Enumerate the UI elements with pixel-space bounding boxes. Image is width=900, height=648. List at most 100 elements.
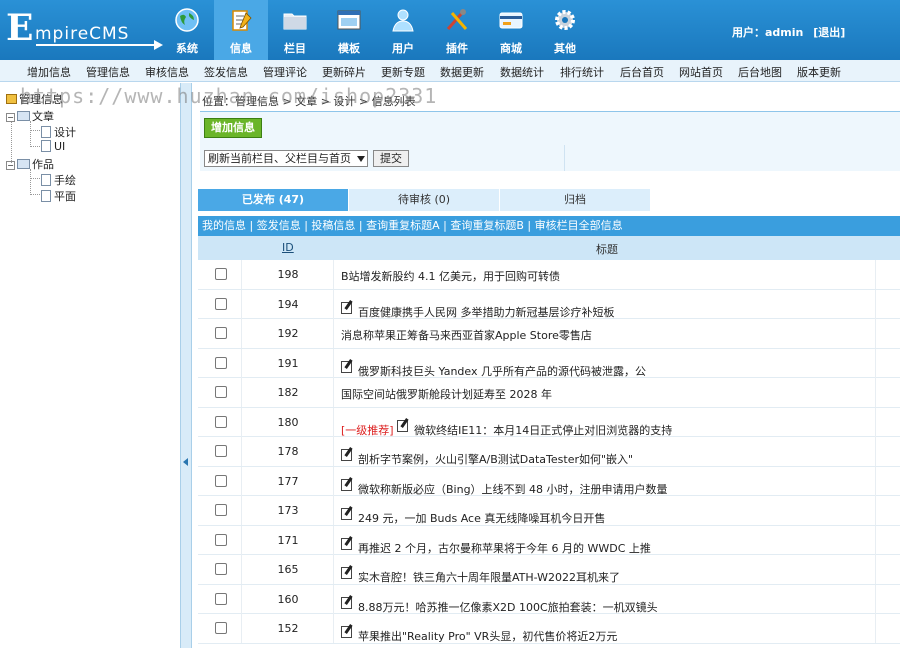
row-title-wrap: [一级推荐] 微软终结IE11：本月14日正式停止对旧浏览器的支持: [341, 419, 672, 438]
row-title-wrap: 国际空间站俄罗斯舱段计划延寿至 2028 年: [341, 386, 552, 402]
row-title[interactable]: 实木音腔！铁三角六十周年限量ATH-W2022耳机来了: [358, 571, 620, 584]
row-title[interactable]: 国际空间站俄罗斯舱段计划延寿至 2028 年: [341, 388, 552, 401]
edit-icon[interactable]: [397, 419, 409, 432]
filter-links[interactable]: 我的信息 | 签发信息 | 投稿信息 | 查询重复标题A | 查询重复标题B |…: [198, 216, 900, 236]
subnav-admin-map[interactable]: 后台地图: [738, 64, 782, 80]
row-title[interactable]: 微软终结IE11：本月14日正式停止对旧浏览器的支持: [414, 424, 672, 437]
row-checkbox[interactable]: [215, 386, 227, 398]
tab-published[interactable]: 已发布 (47): [198, 189, 348, 211]
nav-column[interactable]: 栏目: [268, 0, 322, 60]
sidebar-splitter[interactable]: [180, 83, 192, 648]
add-info-button[interactable]: 增加信息: [204, 118, 262, 138]
table-row[interactable]: 177 微软称新版必应（Bing）上线不到 48 小时，注册申请用户数量: [198, 466, 900, 497]
row-title[interactable]: B站增发新股约 4.1 亿美元，用于回购可转债: [341, 270, 560, 283]
nav-system[interactable]: 系统: [160, 0, 214, 60]
row-checkbox[interactable]: [215, 356, 227, 369]
tree-leaf-ui[interactable]: UI: [41, 140, 65, 153]
row-checkbox[interactable]: [215, 504, 227, 516]
subnav-ranking-stats[interactable]: 排行统计: [560, 64, 604, 80]
subnav-add-info[interactable]: 增加信息: [27, 64, 71, 80]
column-id[interactable]: ID: [282, 241, 294, 254]
subnav-manage-comments[interactable]: 管理评论: [263, 64, 307, 80]
empirecms-logo[interactable]: E mpireCMS: [6, 8, 166, 52]
row-checkbox[interactable]: [215, 445, 227, 457]
edit-icon[interactable]: [341, 449, 352, 461]
table-row[interactable]: 191 俄罗斯科技巨头 Yandex 几乎所有产品的源代码被泄露，公: [198, 348, 900, 378]
table-row[interactable]: 198 B站增发新股约 4.1 亿美元，用于回购可转债: [198, 260, 900, 290]
collapse-icon[interactable]: −: [6, 113, 15, 122]
subnav-update-fragments[interactable]: 更新碎片: [322, 64, 366, 80]
submit-button[interactable]: 提交: [373, 150, 409, 167]
table-row[interactable]: 165 实木音腔！铁三角六十周年限量ATH-W2022耳机来了: [198, 555, 900, 585]
subnav-site-home[interactable]: 网站首页: [679, 64, 723, 80]
nav-plugin[interactable]: 插件: [430, 0, 484, 60]
table-row[interactable]: 192 消息称苹果正筹备马来西亚首家Apple Store零售店: [198, 319, 900, 349]
edit-icon[interactable]: [341, 478, 352, 491]
row-title[interactable]: 剖析字节案例，火山引擎A/B测试DataTester如何"嵌入": [358, 453, 633, 466]
row-checkbox[interactable]: [215, 415, 227, 428]
collapse-icon[interactable]: −: [6, 161, 15, 170]
row-title[interactable]: 249 元，一加 Buds Ace 真无线降噪耳机今日开售: [358, 512, 605, 525]
nav-label: 信息: [230, 42, 252, 55]
row-title[interactable]: 俄罗斯科技巨头 Yandex 几乎所有产品的源代码被泄露，公: [358, 365, 646, 378]
subnav-data-stats[interactable]: 数据统计: [500, 64, 544, 80]
category-tree: 管理信息 − 文章 设计 UI − 作品 手绘 平面: [0, 83, 180, 648]
tree-leaf-label: 设计: [54, 126, 76, 139]
subnav-admin-home[interactable]: 后台首页: [620, 64, 664, 80]
subnav-review-info[interactable]: 审核信息: [145, 64, 189, 80]
row-checkbox[interactable]: [215, 268, 227, 280]
tree-leaf-graphic[interactable]: 平面: [41, 188, 76, 204]
table-row[interactable]: 180 [一级推荐] 微软终结IE11：本月14日正式停止对旧浏览器的支持: [198, 407, 900, 438]
row-checkbox[interactable]: [215, 474, 227, 487]
nav-template[interactable]: 模板: [322, 0, 376, 60]
row-title[interactable]: 微软称新版必应（Bing）上线不到 48 小时，注册申请用户数量: [358, 483, 668, 496]
nav-other[interactable]: 其他: [538, 0, 592, 60]
edit-icon[interactable]: [341, 537, 352, 550]
nav-mall[interactable]: 商城: [484, 0, 538, 60]
row-title[interactable]: 8.88万元！哈苏推一亿像素X2D 100C旅拍套装：一机双镜头: [358, 601, 658, 614]
row-title-wrap: 微软称新版必应（Bing）上线不到 48 小时，注册申请用户数量: [341, 478, 668, 497]
checkbox-cell: [198, 525, 242, 555]
toolbar: 增加信息 刷新当前栏目、父栏目与首页 提交: [200, 111, 900, 171]
collapse-arrow-icon[interactable]: [183, 458, 188, 466]
table-row[interactable]: 152 苹果推出"Reality Pro" VR头显，初代售价将近2万元: [198, 614, 900, 644]
edit-icon[interactable]: [341, 508, 352, 520]
row-title[interactable]: 百度健康携手人民网 多举措助力新冠基层诊疗补短板: [358, 306, 615, 319]
nav-info[interactable]: 信息: [214, 0, 268, 60]
nav-user[interactable]: 用户: [376, 0, 430, 60]
sub-navigation: 增加信息 管理信息 审核信息 签发信息 管理评论 更新碎片 更新专题 数据更新 …: [0, 60, 900, 82]
edit-icon[interactable]: [341, 626, 352, 638]
row-checkbox[interactable]: [215, 327, 227, 339]
row-title[interactable]: 苹果推出"Reality Pro" VR头显，初代售价将近2万元: [358, 630, 617, 643]
subnav-sign-info[interactable]: 签发信息: [204, 64, 248, 80]
table-row[interactable]: 194 百度健康携手人民网 多举措助力新冠基层诊疗补短板: [198, 289, 900, 319]
subnav-update-topics[interactable]: 更新专题: [381, 64, 425, 80]
edit-icon[interactable]: [341, 567, 352, 579]
row-checkbox[interactable]: [215, 563, 227, 575]
tree-leaf-design[interactable]: 设计: [41, 124, 76, 140]
table-row[interactable]: 173 249 元，一加 Buds Ace 真无线降噪耳机今日开售: [198, 496, 900, 526]
row-title[interactable]: 再推迟 2 个月，古尔曼称苹果将于今年 6 月的 WWDC 上推: [358, 542, 651, 555]
top-header: E mpireCMS 系统 信息 栏目 模板 用户 插件 商城 其他 用户：ad…: [0, 0, 900, 60]
table-row[interactable]: 171 再推迟 2 个月，古尔曼称苹果将于今年 6 月的 WWDC 上推: [198, 525, 900, 555]
edit-icon[interactable]: [341, 360, 352, 373]
row-title[interactable]: 消息称苹果正筹备马来西亚首家Apple Store零售店: [341, 329, 592, 342]
refresh-select[interactable]: 刷新当前栏目、父栏目与首页: [204, 150, 368, 167]
edit-icon[interactable]: [341, 301, 352, 314]
row-checkbox[interactable]: [215, 592, 227, 605]
table-row[interactable]: 182 国际空间站俄罗斯舱段计划延寿至 2028 年: [198, 378, 900, 408]
tab-pending[interactable]: 待审核 (0): [349, 189, 499, 211]
subnav-data-update[interactable]: 数据更新: [440, 64, 484, 80]
subnav-manage-info[interactable]: 管理信息: [86, 64, 130, 80]
row-checkbox[interactable]: [215, 622, 227, 634]
tree-leaf-handdrawn[interactable]: 手绘: [41, 172, 76, 188]
edit-icon[interactable]: [341, 596, 352, 609]
row-checkbox[interactable]: [215, 533, 227, 546]
table-row[interactable]: 160 8.88万元！哈苏推一亿像素X2D 100C旅拍套装：一机双镜头: [198, 584, 900, 614]
nav-label: 用户: [392, 42, 414, 55]
table-row[interactable]: 178 剖析字节案例，火山引擎A/B测试DataTester如何"嵌入": [198, 437, 900, 467]
subnav-version-update[interactable]: 版本更新: [797, 64, 841, 80]
row-checkbox[interactable]: [215, 297, 227, 310]
tab-archive[interactable]: 归档: [500, 189, 650, 211]
logout-link[interactable]: [退出]: [813, 26, 845, 39]
